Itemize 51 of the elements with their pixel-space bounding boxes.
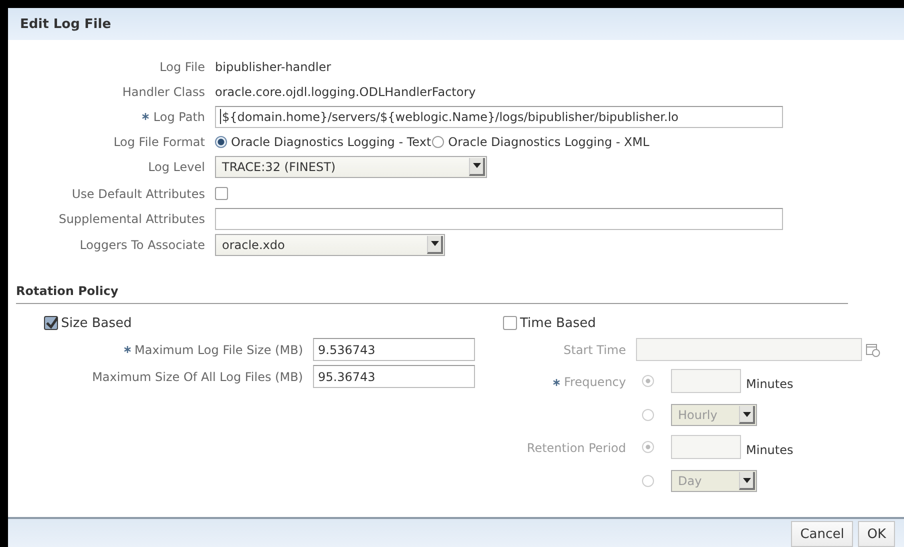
radio-button[interactable]	[642, 441, 654, 453]
caret-icon	[469, 158, 485, 176]
field-label: Loggers To Associate	[80, 238, 205, 252]
field-value: oracle.core.ojdl.logging.ODLHandlerFactory	[215, 84, 476, 98]
field-label: Use Default Attributes	[72, 186, 205, 200]
text-field[interactable]: 9.536743	[313, 338, 475, 361]
unit-label: Minutes	[746, 443, 794, 457]
field-label: Handler Class	[122, 84, 205, 98]
dialog-button[interactable]: Cancel	[791, 521, 854, 547]
required-icon	[553, 379, 560, 386]
field-label: Supplemental Attributes	[58, 212, 205, 226]
caret-icon	[739, 406, 755, 424]
field-label: Retention Period	[526, 441, 626, 455]
dropdown[interactable]: TRACE:32 (FINEST)	[215, 156, 487, 178]
radio-label[interactable]: Oracle Diagnostics Logging - XML	[448, 134, 650, 148]
field-label: Maximum Size Of All Log Files (MB)	[92, 370, 303, 384]
field-label: Log Level	[148, 160, 205, 174]
field-label: Frequency	[564, 375, 626, 389]
text-field[interactable]	[671, 435, 741, 459]
field-label: Start Time	[564, 342, 626, 356]
unit-label: Minutes	[746, 377, 794, 391]
required-icon	[124, 346, 131, 353]
required-icon	[142, 113, 150, 120]
dropdown[interactable]: oracle.xdo	[215, 234, 445, 256]
field-label: Log Path	[153, 110, 205, 124]
dialog-title: Edit Log File	[20, 16, 112, 32]
calendar-icon[interactable]	[866, 342, 880, 356]
field-label: Log File	[160, 60, 205, 74]
field-label: Log File Format	[114, 134, 205, 148]
checkbox[interactable]	[215, 187, 228, 200]
dialog-button[interactable]: OK	[858, 521, 895, 547]
radio-button[interactable]	[642, 409, 654, 421]
radio-label[interactable]: Oracle Diagnostics Logging - Text	[231, 134, 432, 148]
field-label: Maximum Log File Size (MB)	[134, 342, 303, 356]
radio-button[interactable]	[432, 136, 444, 148]
text-field[interactable]	[215, 208, 783, 230]
text-field[interactable]	[671, 369, 741, 393]
date-field[interactable]	[636, 338, 862, 361]
caret-icon	[739, 472, 755, 490]
radio-button[interactable]	[642, 375, 654, 387]
checkbox-label[interactable]: Time Based	[520, 316, 596, 330]
field-value: bipublisher-handler	[215, 60, 332, 74]
text-field[interactable]: ${domain.home}/servers/${weblogic.Name}/logs/bipublisher/bipublisher.lo	[215, 106, 783, 128]
checkbox[interactable]	[503, 316, 517, 330]
text-field[interactable]: 95.36743	[313, 365, 475, 388]
checkbox-label[interactable]: Size Based	[61, 316, 132, 330]
section-heading: Rotation Policy	[16, 284, 848, 304]
radio-button[interactable]	[642, 475, 654, 487]
radio-button[interactable]	[215, 136, 227, 148]
checkbox[interactable]	[44, 316, 58, 330]
caret-icon	[427, 236, 443, 254]
